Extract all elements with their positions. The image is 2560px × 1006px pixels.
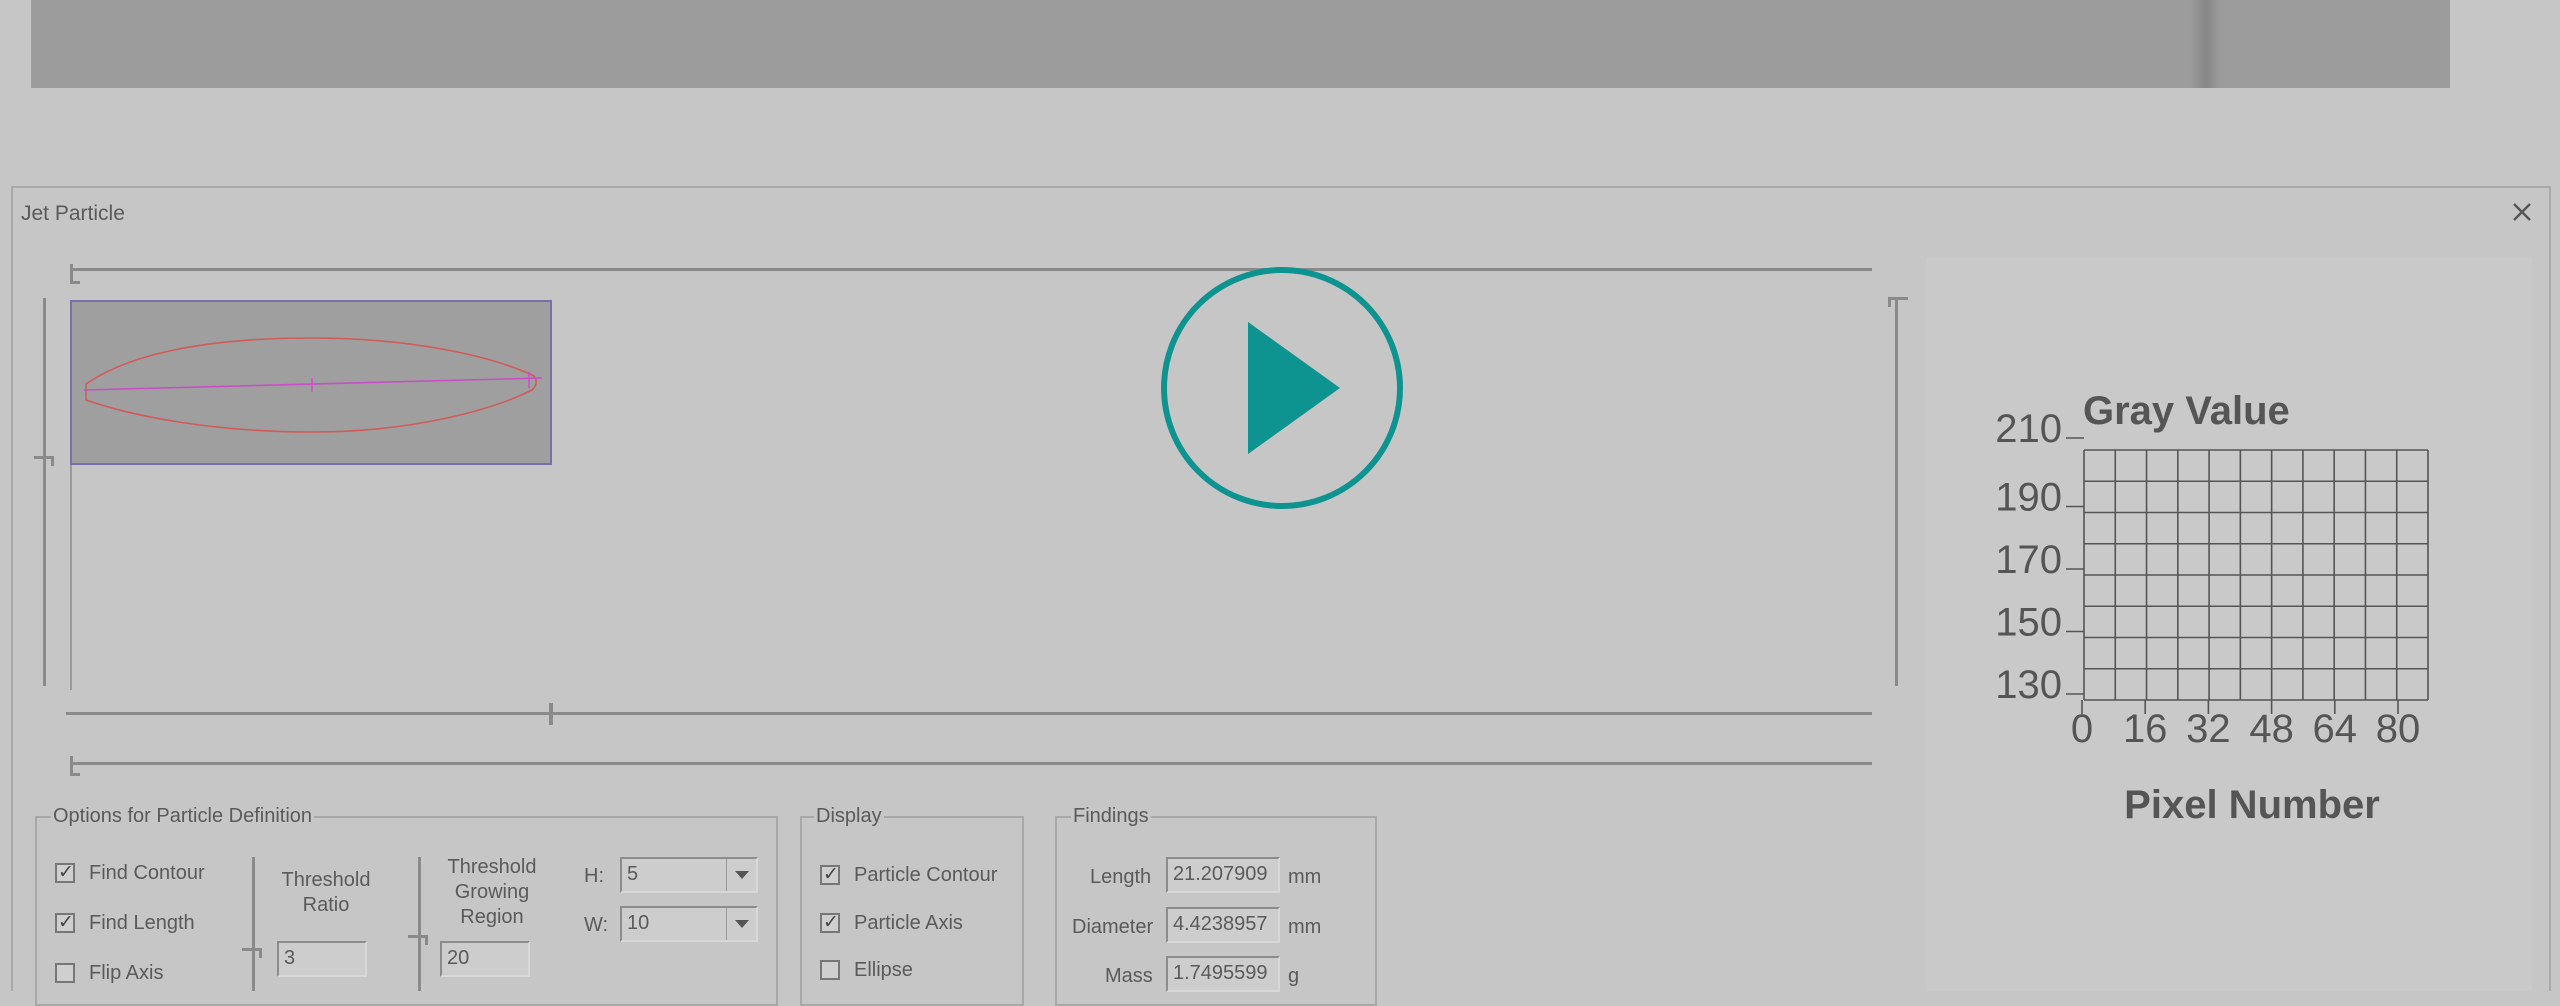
diameter-unit: mm [1288, 916, 1322, 938]
h-dropdown-icon[interactable] [726, 859, 756, 891]
ellipse-label: Ellipse [854, 959, 913, 981]
diameter-label: Diameter [1072, 916, 1154, 938]
diameter-value: 4.4238957 [1166, 907, 1280, 943]
y-tick-label: 210 [1995, 407, 2062, 451]
h-combo[interactable]: 5 [620, 857, 758, 893]
options-legend: Options for Particle Definition [51, 805, 315, 828]
find-length-checkbox[interactable]: ✓ [55, 911, 75, 933]
length-value: 21.207909 [1166, 857, 1280, 893]
play-icon[interactable] [1248, 322, 1340, 454]
top-slider-thumb[interactable] [70, 264, 80, 284]
find-contour-label: Find Contour [89, 862, 205, 884]
play-button[interactable] [1160, 266, 1404, 510]
window-title: Jet Particle [21, 202, 125, 225]
right-vertical-slider[interactable] [1895, 300, 1898, 686]
gray-value-panel: Gray Value 210 190 170 150 130 0 16 32 48 64 80 P… [1926, 258, 2532, 991]
check-mark-icon: ✓ [823, 863, 839, 885]
threshold-ratio-thumb[interactable] [242, 948, 262, 958]
particle-contour-label: Particle Contour [854, 864, 998, 886]
camera-image-strip [31, 0, 2450, 88]
particle-axis-checkbox[interactable]: ✓ [820, 911, 840, 933]
left-slider-thumb[interactable] [34, 456, 54, 466]
w-combo[interactable]: 10 [620, 906, 758, 942]
bottom-slider-thumb[interactable] [70, 756, 80, 776]
particle-axis-label: Particle Axis [854, 912, 963, 934]
mass-value: 1.7495599 [1166, 956, 1280, 992]
y-tick-label: 170 [1995, 538, 2062, 582]
w-dropdown-icon[interactable] [726, 908, 756, 940]
chart-title: Gray Value [2083, 389, 2290, 433]
particle-image [70, 300, 552, 465]
h-label: H: [584, 865, 604, 887]
threshold-growing-label: Threshold Growing Region [447, 856, 537, 928]
length-label: Length [1090, 866, 1152, 888]
length-unit: mm [1288, 866, 1322, 888]
w-label: W: [584, 914, 609, 936]
check-mark-icon: ✓ [58, 911, 74, 933]
top-horizontal-slider[interactable] [70, 268, 1872, 271]
y-tick-label: 130 [1995, 663, 2062, 707]
flip-axis-checkbox[interactable] [55, 963, 75, 983]
title-bar: Jet Particle [13, 188, 2549, 236]
mass-label: Mass [1105, 965, 1153, 987]
right-slider-thumb[interactable] [1888, 297, 1908, 307]
threshold-ratio-input[interactable]: 3 [277, 941, 367, 977]
particle-contour-checkbox[interactable]: ✓ [820, 863, 840, 885]
display-legend: Display [814, 805, 884, 828]
chart-grid [2083, 449, 2429, 701]
flip-axis-label: Flip Axis [89, 962, 164, 984]
y-tick-label: 190 [1995, 476, 2062, 520]
check-mark-icon: ✓ [58, 861, 74, 883]
find-length-label: Find Length [89, 912, 195, 934]
threshold-growing-thumb[interactable] [408, 935, 428, 945]
threshold-ratio-slider[interactable] [252, 857, 255, 991]
ellipse-checkbox[interactable] [820, 960, 840, 980]
bottom-horizontal-slider[interactable] [70, 762, 1872, 765]
threshold-ratio-label: Threshold Ratio [281, 869, 371, 916]
mid-horizontal-slider[interactable] [66, 712, 1872, 715]
left-vertical-slider[interactable] [43, 298, 46, 686]
gray-value-chart: Gray Value 210190170150130 0 16 32 48 64 80 P… [1995, 389, 2429, 827]
threshold-growing-input[interactable]: 20 [440, 941, 530, 977]
close-icon[interactable] [2505, 196, 2539, 228]
find-contour-checkbox[interactable]: ✓ [55, 861, 75, 883]
findings-legend: Findings [1071, 805, 1151, 828]
y-tick-label: 150 [1995, 601, 2062, 645]
mid-slider-thumb[interactable] [549, 703, 553, 725]
check-mark-icon: ✓ [823, 911, 839, 933]
mass-unit: g [1288, 965, 1300, 987]
x-axis-label: Pixel Number [2124, 783, 2380, 827]
threshold-growing-slider[interactable] [418, 857, 421, 991]
